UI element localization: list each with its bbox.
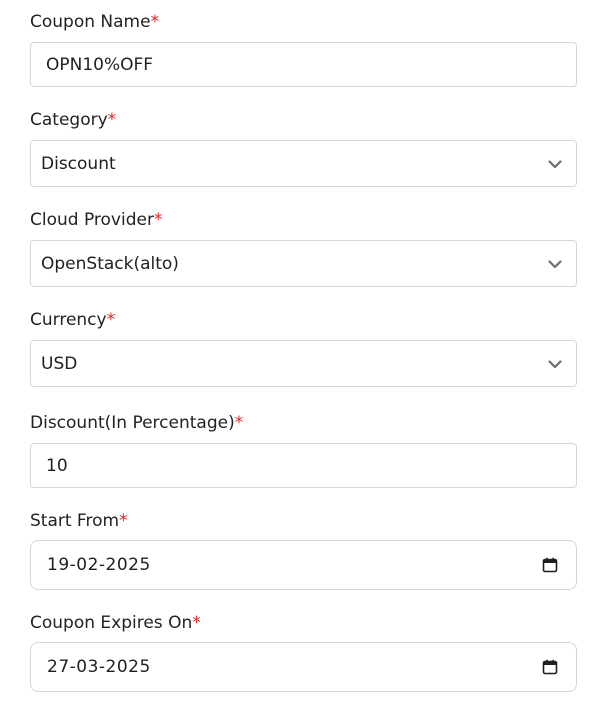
start-from-date-input[interactable]: 19-02-2025 [30,540,577,590]
chevron-down-icon [546,255,564,273]
category-select[interactable]: Discount [30,140,577,187]
category-value: Discount [41,153,116,174]
discount-input[interactable]: 10 [30,443,577,488]
required-mark: * [107,110,117,130]
cloud-provider-select[interactable]: OpenStack(alto) [30,240,577,287]
currency-value: USD [41,353,78,374]
required-mark: * [150,12,160,32]
chevron-down-icon [546,155,564,173]
expires-on-value: 27-03-2025 [47,657,151,677]
currency-select[interactable]: USD [30,340,577,387]
calendar-icon[interactable] [542,557,558,573]
calendar-icon[interactable] [542,659,558,675]
category-label: Category* [30,110,117,130]
required-mark: * [192,613,201,633]
required-mark: * [106,310,116,330]
required-mark: * [119,511,128,531]
required-mark: * [234,413,244,433]
coupon-name-input[interactable]: OPN10%OFF [30,42,577,87]
cloud-provider-label: Cloud Provider* [30,210,163,230]
discount-label: Discount(In Percentage)* [30,413,244,433]
cloud-provider-value: OpenStack(alto) [41,253,179,274]
start-from-value: 19-02-2025 [47,555,151,575]
coupon-name-label: Coupon Name* [30,12,160,32]
start-from-label: Start From* [30,511,128,531]
discount-value: 10 [46,455,68,476]
currency-label: Currency* [30,310,116,330]
expires-on-label: Coupon Expires On* [30,613,201,633]
chevron-down-icon [546,355,564,373]
expires-on-date-input[interactable]: 27-03-2025 [30,642,577,692]
coupon-name-value: OPN10%OFF [46,54,154,75]
required-mark: * [153,210,163,230]
